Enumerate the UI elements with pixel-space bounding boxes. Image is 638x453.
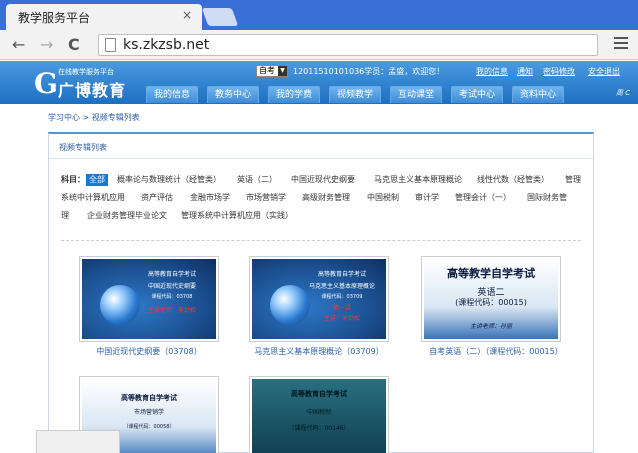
thumb-text: 主讲：吴劲松 bbox=[323, 315, 360, 322]
filter-management[interactable]: 管理 bbox=[565, 174, 581, 186]
tab-tuition[interactable]: 我的学费 bbox=[268, 86, 320, 103]
thumb-text: 主讲老师：孙丽 bbox=[469, 323, 512, 330]
thumb-text: (课程代码：00015) bbox=[455, 298, 527, 307]
video-album-panel: 视频专辑列表 科目： 全部 概率论与数理统计（经管类） 英语（二） 中国近现代史… bbox=[48, 132, 594, 453]
filter-probability[interactable]: 概率论与数理统计（经管类） bbox=[117, 174, 221, 186]
video-caption[interactable]: 中国近现代史纲要（03708） bbox=[59, 346, 239, 357]
logo-name: 广博教育 bbox=[58, 81, 127, 100]
filter-asset-evaluation[interactable]: 资产评估 bbox=[141, 192, 173, 204]
forward-icon[interactable]: → bbox=[40, 36, 53, 54]
video-caption[interactable]: 自考英语（二）（课程代码：00015） bbox=[401, 346, 591, 357]
new-tab-button[interactable] bbox=[201, 8, 239, 26]
thumb-text: 第一讲 bbox=[332, 305, 351, 312]
filter-tax[interactable]: 中国税制 bbox=[367, 192, 399, 204]
filter-thesis[interactable]: 企业财务管理毕业论文 bbox=[87, 210, 167, 222]
tab-exam[interactable]: 考试中心 bbox=[451, 86, 503, 103]
thumb-text: （课程代码：00058） bbox=[123, 424, 175, 430]
tab-title: 教学服务平台 bbox=[18, 11, 91, 25]
browser-titlebar: 教学服务平台 × bbox=[0, 0, 638, 30]
user-welcome: 12011510101036学员：孟盛，欢迎您！ bbox=[293, 67, 445, 76]
video-card-marxism[interactable]: 高等教育自学考试 马克思主义基本原理概论 课程代码：03709 第一讲 主讲：吴… bbox=[249, 256, 389, 342]
thumb-text: 课程代码：03709 bbox=[321, 294, 363, 300]
divider bbox=[61, 240, 581, 241]
thumb-text: 高等教育自学考试 bbox=[317, 271, 366, 278]
filter-financial-markets[interactable]: 金融市场学 bbox=[190, 192, 230, 204]
page-icon bbox=[105, 38, 116, 52]
status-bar bbox=[36, 430, 120, 453]
filter-english[interactable]: 英语（二） bbox=[237, 174, 277, 186]
filter-mis-computer[interactable]: 系统中计算机应用 bbox=[61, 192, 125, 204]
menu-icon[interactable] bbox=[614, 37, 628, 52]
reload-icon[interactable]: C bbox=[68, 36, 80, 54]
site-header: G 在线教学服务平台 广博教育 自考 ▼ 12011510101036学员：孟盛… bbox=[0, 61, 638, 104]
link-logout[interactable]: 安全退出 bbox=[588, 66, 620, 77]
filter-advanced-finance[interactable]: 高级财务管理 bbox=[302, 192, 350, 204]
video-thumbnail: 高等教育自学考试 中国近现代史纲要 课程代码：03708 主讲老师：吴劲松 bbox=[82, 259, 216, 339]
browser-toolbar: ← → C ks.zkzsb.net bbox=[0, 30, 638, 60]
tab-academic[interactable]: 教务中心 bbox=[207, 86, 259, 103]
video-caption[interactable]: 马克思主义基本原理概论（03709） bbox=[229, 346, 409, 357]
filter-modern-history[interactable]: 中国近现代史纲要 bbox=[291, 174, 355, 186]
logo-icon: G bbox=[34, 67, 58, 100]
back-icon[interactable]: ← bbox=[12, 36, 25, 54]
thumb-text: 主讲老师：吴劲松 bbox=[147, 307, 196, 314]
thumb-text: 高等教育自学考试 bbox=[291, 389, 347, 398]
address-bar[interactable]: ks.zkzsb.net bbox=[98, 34, 598, 56]
video-card-modern-history[interactable]: 高等教育自学考试 中国近现代史纲要 课程代码：03708 主讲老师：吴劲松 bbox=[79, 256, 219, 342]
link-password[interactable]: 密码修改 bbox=[543, 66, 575, 77]
thumb-text: 中国税制 bbox=[306, 409, 331, 416]
thumb-text: 中国近现代史纲要 bbox=[147, 283, 196, 290]
thumb-text: 高等教育自学考试 bbox=[147, 271, 196, 278]
filter-management-accounting[interactable]: 管理会计（一） bbox=[455, 192, 511, 204]
filter-international-finance-cont[interactable]: 理 bbox=[61, 210, 69, 222]
filter-linear-algebra[interactable]: 线性代数（经管类） bbox=[477, 174, 549, 186]
logo-tagline: 在线教学服务平台 bbox=[58, 68, 114, 76]
video-thumbnail: 高等教育自学考试 马克思主义基本原理概论 课程代码：03709 第一讲 主讲：吴… bbox=[252, 259, 386, 339]
thumb-text: 高等教学自学考试 bbox=[447, 267, 535, 280]
thumb-text: （课程代码：00146） bbox=[288, 425, 350, 432]
tab-my-info[interactable]: 我的信息 bbox=[146, 86, 198, 103]
chevron-down-icon: ▼ bbox=[278, 66, 287, 76]
filter-audit[interactable]: 审计学 bbox=[415, 192, 439, 204]
panel-title: 视频专辑列表 bbox=[59, 143, 107, 152]
header-right-text: 周 C bbox=[616, 89, 631, 97]
filter-mis-practice[interactable]: 管理系统中计算机应用（实践） bbox=[181, 210, 293, 222]
filter-marxism[interactable]: 马克思主义基本原理概论 bbox=[374, 174, 462, 186]
tab-classroom[interactable]: 互动课堂 bbox=[390, 86, 442, 103]
thumb-text: 高等教育自学考试 bbox=[121, 393, 177, 402]
breadcrumb[interactable]: 学习中心 > 视频专辑列表 bbox=[48, 112, 140, 123]
close-icon[interactable]: × bbox=[182, 8, 192, 22]
video-card-tax[interactable]: 高等教育自学考试 中国税制 （课程代码：00146） bbox=[249, 376, 389, 453]
divider bbox=[49, 158, 593, 159]
browser-tab[interactable]: 教学服务平台 × bbox=[6, 4, 202, 30]
filter-all[interactable]: 全部 bbox=[86, 174, 108, 186]
filter-marketing[interactable]: 市场营销学 bbox=[246, 192, 286, 204]
thumb-text: 市场营销学 bbox=[133, 409, 164, 416]
thumb-text: 课程代码：03708 bbox=[151, 294, 193, 300]
filter-label: 科目： bbox=[61, 175, 85, 184]
video-thumbnail: 高等教育自学考试 中国税制 （课程代码：00146） bbox=[252, 379, 386, 453]
url-text: ks.zkzsb.net bbox=[123, 37, 210, 53]
filter-international-finance[interactable]: 国际财务管 bbox=[527, 192, 567, 204]
thumb-text: 马克思主义基本原理概论 bbox=[308, 283, 375, 290]
link-my-info[interactable]: 我的信息 bbox=[476, 66, 508, 77]
tab-video[interactable]: 视频教学 bbox=[329, 86, 381, 103]
link-notice[interactable]: 通知 bbox=[517, 66, 533, 77]
tab-materials[interactable]: 资料中心 bbox=[512, 86, 564, 103]
role-select[interactable]: 自考 ▼ bbox=[256, 65, 288, 77]
video-thumbnail: 高等教学自学考试 英语二 (课程代码：00015) 主讲老师：孙丽 bbox=[424, 259, 558, 339]
video-card-english[interactable]: 高等教学自学考试 英语二 (课程代码：00015) 主讲老师：孙丽 bbox=[421, 256, 561, 342]
